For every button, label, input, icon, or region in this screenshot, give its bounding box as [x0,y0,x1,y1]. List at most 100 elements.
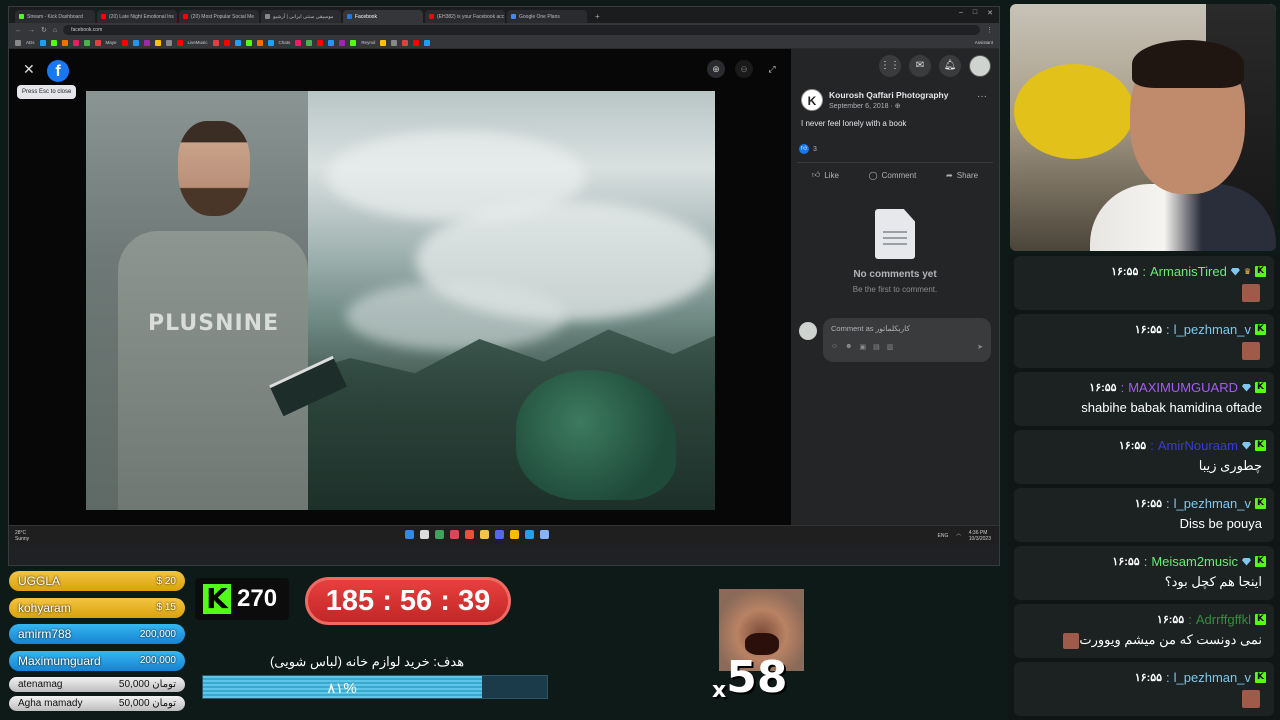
zoom-out-icon[interactable]: ⊖ [735,60,753,78]
files-icon[interactable] [480,530,489,539]
bookmark-label[interactable]: Reynol [361,40,375,45]
clock[interactable]: 4:36 PM 10/3/2023 [969,530,991,542]
browser-tab[interactable]: Google One Plans [507,10,587,23]
author-avatar[interactable]: K [801,89,823,111]
more-options-icon[interactable]: ··· [977,91,987,102]
avatar-sticker-icon[interactable]: ☺ [831,343,838,351]
maximize-icon[interactable]: □ [973,9,977,17]
browser-tab[interactable]: Stream - Kick Dashboard [15,10,95,23]
new-tab-button[interactable]: + [589,10,606,23]
bookmark-icon[interactable] [402,39,409,46]
bookmark-icon[interactable] [15,39,21,46]
url-field[interactable]: facebook.com [63,25,980,35]
chat-username[interactable]: l_pezhman_v [1174,322,1251,337]
bookmark-icon[interactable] [154,39,161,46]
bookmark-icon[interactable] [121,39,128,46]
chat-username[interactable]: Meisam2music [1151,554,1238,569]
camera-icon[interactable]: ▣ [860,343,867,351]
bookmark-icon[interactable] [317,39,324,46]
chrome-icon[interactable] [435,530,444,539]
browser-tab[interactable]: (20) Most Popular Social Me [179,10,259,23]
bookmark-icon[interactable] [328,39,335,46]
facebook-logo[interactable]: f [47,60,69,82]
bookmark-icon[interactable] [306,39,313,46]
browser-tab[interactable]: موسیقی سنتی ایرانی | آرشیو [261,10,341,23]
notifications-icon[interactable]: 🔔︎ [939,55,961,77]
zoom-in-icon[interactable]: ⊕ [707,60,725,78]
bookmark-label[interactable]: ADs [26,40,35,45]
reload-icon[interactable]: ↻ [41,26,47,34]
bookmark-icon[interactable] [176,39,183,46]
bookmark-icon[interactable] [295,39,302,46]
extensions-icon[interactable]: ⋮ [986,26,993,34]
bookmark-label[interactable]: Maye [106,40,117,45]
bookmark-icon[interactable] [61,39,68,46]
app-icon[interactable] [450,530,459,539]
bookmark-icon[interactable] [132,39,139,46]
comment-button[interactable]: ◯ Comment [869,170,917,180]
bookmark-icon[interactable] [245,39,252,46]
chat-username[interactable]: MAXIMUMGUARD [1128,380,1238,395]
bookmark-icon[interactable] [39,39,46,46]
send-icon[interactable]: ➤ [977,343,983,351]
weather-widget[interactable]: 28°C Sunny [15,530,29,542]
reactions-row[interactable]: 👍︎ 3 [791,136,999,162]
bookmark-icon[interactable] [165,39,172,46]
edge-icon[interactable] [525,530,534,539]
bookmark-icon[interactable] [72,39,79,46]
profile-avatar[interactable] [969,55,991,77]
messenger-icon[interactable]: ✉ [909,55,931,77]
bookmark-icon[interactable] [424,39,431,46]
bookmark-icon[interactable] [350,39,357,46]
bookmark-icon[interactable] [234,39,241,46]
chat-username[interactable]: AmirNouraam [1158,438,1238,453]
post-date[interactable]: September 6, 2018 · ⊕ [829,102,948,110]
browser-tab[interactable]: (20) Late Night Emotional Ins [97,10,177,23]
chat-username[interactable]: ArmanisTired [1150,264,1227,279]
kick-badge-icon: K [1255,382,1266,393]
comment-input[interactable]: Comment as کاربکلماتور ☺ ☻ ▣ ▤ ▥ ➤ [823,318,991,362]
fullscreen-icon[interactable]: ⤢ [763,60,781,78]
bookmark-label[interactable]: Chats [279,40,291,45]
bookmark-icon[interactable] [413,39,420,46]
minimize-icon[interactable]: – [959,9,963,17]
close-window-icon[interactable]: ✕ [987,9,993,17]
bookmark-icon[interactable] [267,39,274,46]
emoji-icon[interactable]: ☻ [845,343,852,351]
chat-username[interactable]: Adrrffgffkl [1196,612,1251,627]
forward-icon[interactable]: → [28,27,35,34]
bookmark-icon[interactable] [391,39,398,46]
bookmark-icon[interactable] [83,39,90,46]
bookmark-icon[interactable] [339,39,346,46]
bookmark-icon[interactable] [143,39,150,46]
tray-lang[interactable]: ENG [938,533,949,539]
search-icon[interactable] [420,530,429,539]
browser-tab[interactable]: Facebook [343,10,423,23]
bookmark-icon[interactable] [223,39,230,46]
start-icon[interactable] [405,530,414,539]
folder-icon[interactable] [510,530,519,539]
chat-username[interactable]: l_pezhman_v [1174,670,1251,685]
sticker-icon[interactable]: ▥ [887,343,894,351]
bookmark-label[interactable]: LiveMusic [188,40,208,45]
media-icon[interactable] [465,530,474,539]
bookmark-icon[interactable] [256,39,263,46]
browser-tab[interactable]: (EH382) is your Facebook acc [425,10,505,23]
close-viewer-icon[interactable]: ✕ [23,62,35,76]
bookmark-icon[interactable] [94,39,101,46]
discord-icon[interactable] [495,530,504,539]
menu-grid-icon[interactable]: ⋮⋮ [879,55,901,77]
home-icon[interactable]: ⌂ [53,27,57,34]
bookmark-icon[interactable] [380,39,387,46]
wifi-icon[interactable]: ◠ [956,533,960,539]
back-icon[interactable]: ← [15,27,22,34]
like-button[interactable]: 👍︎ Like [812,170,839,180]
chat-username[interactable]: l_pezhman_v [1174,496,1251,511]
bookmark-icon[interactable] [50,39,57,46]
author-name[interactable]: Kourosh Qaffari Photography [829,90,948,100]
assistant-button[interactable]: Assistant [975,40,993,45]
bookmark-icon[interactable] [212,39,219,46]
gif-icon[interactable]: ▤ [873,343,880,351]
steam-icon[interactable] [540,530,549,539]
share-button[interactable]: ➦ Share [946,170,978,180]
